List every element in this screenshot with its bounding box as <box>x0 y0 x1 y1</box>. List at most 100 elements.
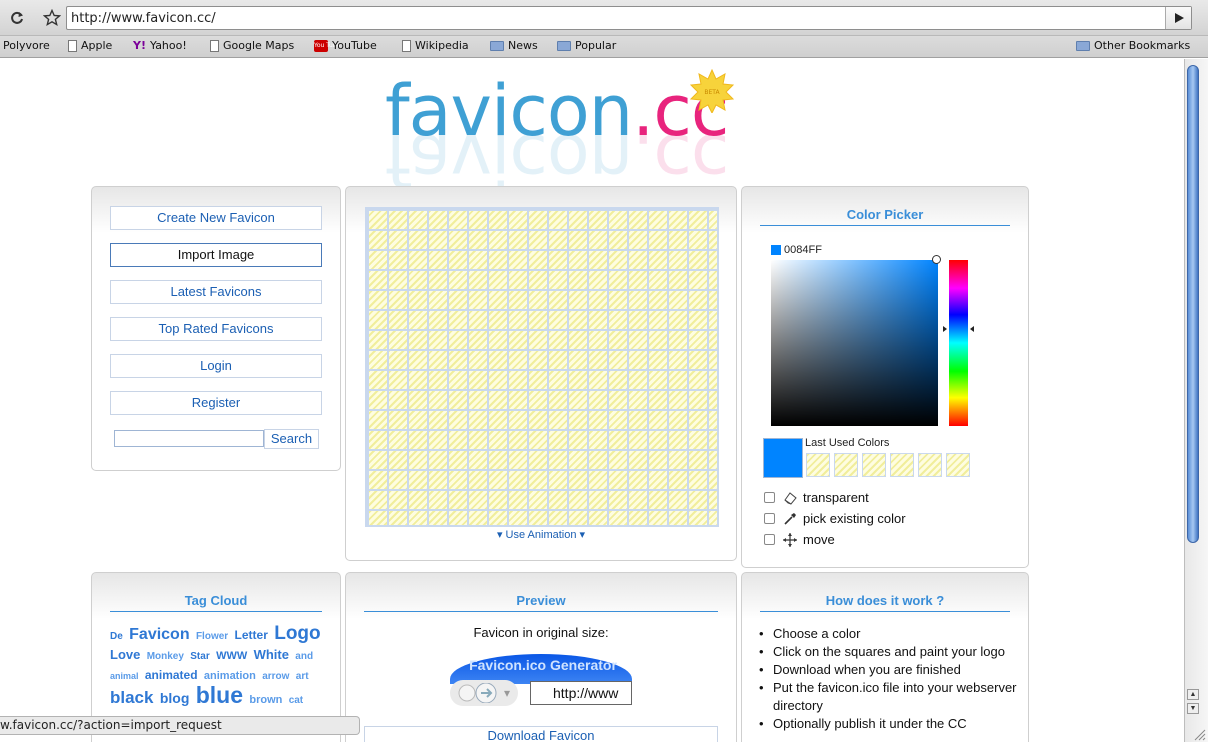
reload-button[interactable] <box>5 6 29 30</box>
transparent-label: transparent <box>803 490 869 505</box>
preview-panel: Preview Favicon in original size: Favico… <box>345 572 737 742</box>
tag-link[interactable]: Flower <box>196 631 228 642</box>
download-favicon-button[interactable]: Download Favicon <box>364 726 718 742</box>
pick-existing-color-checkbox[interactable] <box>764 513 775 524</box>
resize-grip-icon[interactable] <box>1190 725 1206 741</box>
move-arrows-icon <box>783 532 797 547</box>
how-it-works-list: Choose a color Click on the squares and … <box>759 625 1018 733</box>
menu-panel: Create New Favicon Import Image Latest F… <box>91 186 341 471</box>
bookmarks-bar: Polyvore Apple Y! Yahoo! Google Maps You… <box>0 36 1208 58</box>
preview-url: http://www <box>530 681 632 705</box>
last-used-color-swatch[interactable] <box>806 453 830 477</box>
tag-link[interactable]: animation <box>204 670 256 682</box>
preview-tab-text: Favicon.ico Generator <box>469 657 617 673</box>
color-field-handle[interactable] <box>932 255 941 264</box>
search-input[interactable] <box>114 430 264 447</box>
bookmark-polyvore[interactable]: Polyvore <box>3 39 50 52</box>
bookmark-label: Wikipedia <box>415 39 469 52</box>
bookmark-label: Yahoo! <box>149 39 187 52</box>
bookmark-label: News <box>508 39 538 52</box>
eraser-icon <box>783 491 797 505</box>
scroll-up-arrow[interactable]: ▲ <box>1187 689 1199 700</box>
how-step: Put the favicon.ico file into your webse… <box>759 679 1018 715</box>
tag-link[interactable]: Letter <box>235 628 268 642</box>
latest-favicons-button[interactable]: Latest Favicons <box>110 280 322 304</box>
tag-link[interactable]: De <box>110 631 123 642</box>
status-bar-url: w.favicon.cc/?action=import_request <box>0 716 360 735</box>
bookmark-star-button[interactable] <box>40 6 64 30</box>
bookmark-wikipedia[interactable]: Wikipedia <box>402 39 469 52</box>
tag-link[interactable]: art <box>296 671 309 682</box>
beta-badge-text: BETA <box>704 89 720 96</box>
tag-link[interactable]: Love <box>110 647 140 662</box>
move-option[interactable]: move <box>764 532 835 547</box>
site-logo[interactable]: favicon.cc <box>385 70 729 152</box>
bookmark-label: Apple <box>81 39 113 52</box>
scrollbar-thumb[interactable] <box>1187 65 1199 543</box>
transparent-option[interactable]: transparent <box>764 490 869 505</box>
tag-link[interactable]: Logo <box>274 623 320 644</box>
tag-link[interactable]: black <box>110 688 153 707</box>
login-button[interactable]: Login <box>110 354 322 378</box>
tag-link[interactable]: arrow <box>262 671 289 682</box>
page-icon <box>68 39 77 52</box>
register-button[interactable]: Register <box>110 391 322 415</box>
tag-link[interactable]: Monkey <box>147 651 184 662</box>
bookmark-yahoo[interactable]: Y! Yahoo! <box>133 39 187 52</box>
vertical-scrollbar[interactable]: ▲ ▼ <box>1184 59 1208 742</box>
tag-link[interactable]: blue <box>196 682 243 708</box>
top-rated-favicons-button[interactable]: Top Rated Favicons <box>110 317 322 341</box>
browser-preview-image: Favicon.ico Generator ▾ http://www <box>450 650 632 706</box>
tag-link[interactable]: and <box>295 651 313 662</box>
back-forward-icon <box>458 683 497 703</box>
selected-color-swatch <box>763 438 803 478</box>
tag-link[interactable]: brown <box>249 694 282 706</box>
search-button[interactable]: Search <box>264 429 319 449</box>
scroll-down-arrow[interactable]: ▼ <box>1187 703 1199 714</box>
use-animation-link[interactable]: ▾ Use Animation ▾ <box>346 528 736 541</box>
how-it-works-panel: How does it work ? Choose a color Click … <box>741 572 1029 742</box>
address-bar[interactable]: http://www.favicon.cc/ <box>66 6 1192 30</box>
import-image-button[interactable]: Import Image <box>110 243 322 267</box>
logo-text-dot: . <box>632 70 654 152</box>
last-used-color-swatch[interactable] <box>862 453 886 477</box>
last-used-color-swatch[interactable] <box>890 453 914 477</box>
page-icon <box>210 39 219 52</box>
bookmark-google-maps[interactable]: Google Maps <box>210 39 294 52</box>
bookmark-folder-popular[interactable]: Popular <box>557 39 616 52</box>
pick-existing-color-option[interactable]: pick existing color <box>764 511 906 526</box>
tag-link[interactable]: Favicon <box>129 626 189 643</box>
bookmark-youtube[interactable]: You Tube YouTube <box>314 39 377 52</box>
tag-link[interactable]: WWW <box>216 650 247 662</box>
tag-link[interactable]: White <box>254 647 289 662</box>
current-color-hex: 0084FF <box>784 244 822 256</box>
bookmark-apple[interactable]: Apple <box>68 39 112 52</box>
tag-link[interactable]: Star <box>190 651 209 662</box>
transparent-checkbox[interactable] <box>764 492 775 503</box>
star-icon <box>43 9 61 27</box>
hue-slider[interactable] <box>949 260 968 426</box>
hue-slider-marker-left[interactable] <box>943 326 947 332</box>
last-used-colors-label: Last Used Colors <box>805 437 890 449</box>
tag-link[interactable]: animal <box>110 671 139 681</box>
bookmark-folder-news[interactable]: News <box>490 39 538 52</box>
beta-badge-icon: BETA <box>690 69 734 113</box>
preview-title: Preview <box>364 593 718 612</box>
pixel-grid-canvas[interactable] <box>365 207 719 527</box>
tag-link[interactable]: cat <box>289 695 303 706</box>
tag-link[interactable]: animated <box>145 668 198 682</box>
play-icon <box>1174 13 1184 23</box>
create-new-favicon-button[interactable]: Create New Favicon <box>110 206 322 230</box>
other-bookmarks[interactable]: Other Bookmarks <box>1076 39 1190 52</box>
saturation-brightness-field[interactable] <box>771 260 938 426</box>
how-it-works-title: How does it work ? <box>760 593 1010 612</box>
last-used-color-swatch[interactable] <box>946 453 970 477</box>
how-step: Download when you are finished <box>759 661 1018 679</box>
move-checkbox[interactable] <box>764 534 775 545</box>
last-used-color-swatch[interactable] <box>918 453 942 477</box>
tag-link[interactable]: blog <box>160 690 190 706</box>
how-step: Click on the squares and paint your logo <box>759 643 1018 661</box>
go-button[interactable] <box>1165 7 1191 29</box>
last-used-color-swatch[interactable] <box>834 453 858 477</box>
hue-slider-marker-right[interactable] <box>970 326 974 332</box>
